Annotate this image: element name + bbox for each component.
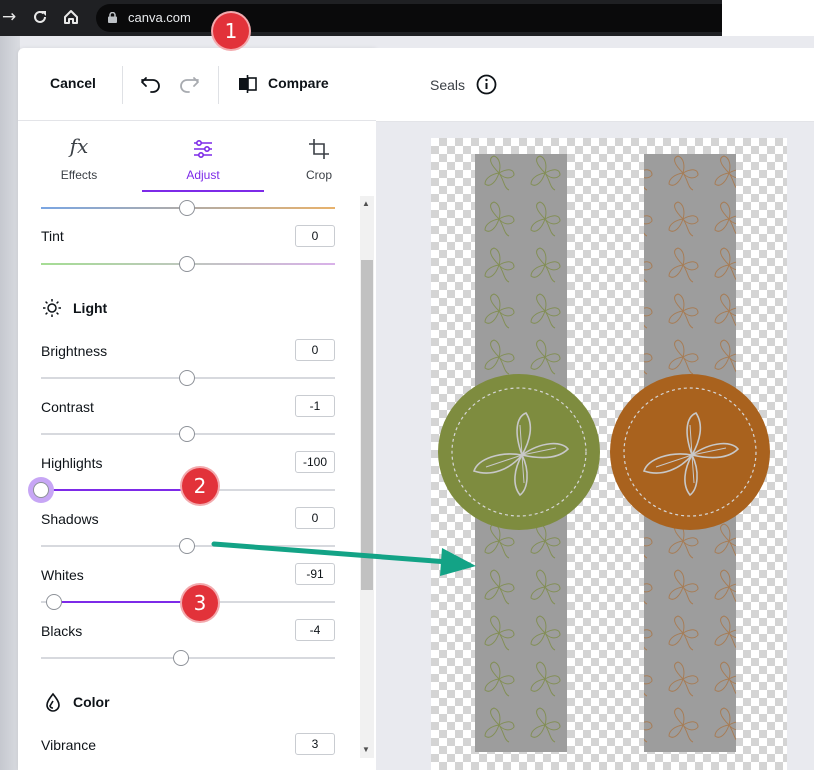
shadows-label: Shadows (41, 511, 99, 527)
highlights-label: Highlights (41, 455, 103, 471)
color-section-title: Color (73, 694, 110, 710)
tab-crop[interactable]: Crop (260, 132, 378, 194)
highlights-value[interactable]: -100 (295, 451, 335, 473)
reload-icon[interactable] (32, 6, 48, 31)
compare-icon[interactable] (238, 75, 258, 98)
browser-bar-gap (722, 0, 814, 36)
fx-icon: fx (69, 134, 89, 158)
scroll-up-icon[interactable]: ▲ (362, 199, 370, 208)
url-text: canva.com (128, 10, 191, 25)
shadows-slider-thumb[interactable] (179, 538, 195, 554)
droplet-icon (43, 692, 63, 717)
tab-effects-label: Effects (60, 168, 98, 182)
divider (122, 66, 123, 104)
compare-button[interactable]: Compare (268, 75, 329, 91)
scroll-down-icon[interactable]: ▼ (362, 745, 370, 754)
divider (218, 66, 219, 104)
step-badge-3: 3 (182, 585, 218, 621)
header-divider (18, 120, 376, 121)
temperature-slider-thumb[interactable] (179, 200, 195, 216)
contrast-slider-thumb[interactable] (179, 426, 195, 442)
sliders-icon (192, 138, 214, 165)
step-badge-1: 1 (213, 13, 249, 49)
whites-slider-fill (54, 601, 187, 603)
vibrance-value[interactable]: 3 (295, 733, 335, 755)
brightness-label: Brightness (41, 343, 108, 359)
orange-seal (610, 374, 770, 530)
arrow-forward-icon[interactable]: → (2, 6, 16, 28)
whites-label: Whites (41, 567, 84, 583)
brightness-slider-thumb[interactable] (179, 370, 195, 386)
annotation-arrow (211, 541, 476, 576)
green-seal (438, 374, 600, 530)
cancel-button[interactable]: Cancel (50, 75, 96, 91)
background-page (0, 36, 20, 770)
lock-icon (108, 12, 117, 23)
redo-icon[interactable] (178, 74, 200, 99)
home-icon[interactable] (62, 6, 80, 32)
tint-label: Tint (41, 228, 64, 244)
blacks-value[interactable]: -4 (295, 619, 335, 641)
blacks-label: Blacks (41, 623, 83, 639)
tab-crop-label: Crop (305, 168, 332, 182)
address-bar[interactable]: canva.com (96, 4, 722, 32)
whites-slider-thumb[interactable] (46, 594, 62, 610)
vibrance-label: Vibrance (41, 737, 97, 753)
design-preview[interactable] (430, 150, 780, 760)
tint-value[interactable]: 0 (295, 225, 335, 247)
highlights-slider-thumb[interactable] (33, 482, 49, 498)
tab-adjust[interactable]: Adjust (144, 132, 262, 194)
active-tab-indicator (142, 190, 264, 192)
sun-icon (42, 298, 62, 323)
contrast-value[interactable]: -1 (295, 395, 335, 417)
crop-icon (308, 138, 330, 165)
highlights-slider-fill (41, 489, 187, 491)
tab-adjust-label: Adjust (186, 168, 220, 182)
brightness-value[interactable]: 0 (295, 339, 335, 361)
light-section-title: Light (73, 300, 108, 316)
tint-slider-thumb[interactable] (179, 256, 195, 272)
step-badge-2: 2 (182, 468, 218, 504)
shadows-value[interactable]: 0 (295, 507, 335, 529)
tab-effects[interactable]: fx Effects (20, 132, 138, 194)
info-icon[interactable] (476, 74, 497, 100)
undo-icon[interactable] (140, 74, 162, 99)
blacks-slider-thumb[interactable] (173, 650, 189, 666)
contrast-label: Contrast (41, 399, 94, 415)
document-title: Seals (430, 77, 466, 93)
